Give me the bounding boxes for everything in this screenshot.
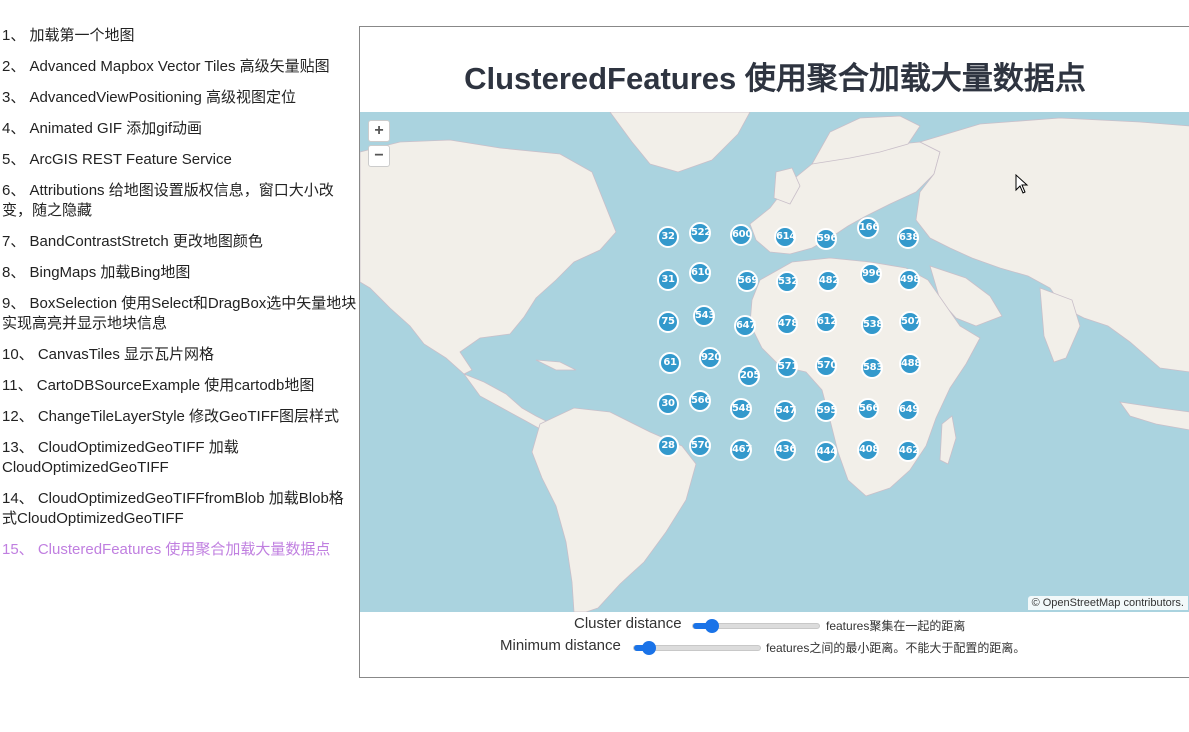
cluster-marker[interactable]: 570 <box>689 435 711 457</box>
map-viewport[interactable]: + − 32 522 600 614 596 166 638 31 610 569 532 482 99… <box>360 112 1189 612</box>
cluster-marker[interactable]: 571 <box>776 356 798 378</box>
example-link-8[interactable]: 8、 BingMaps 加载Bing地图 <box>2 263 358 283</box>
cluster-marker[interactable]: 32 <box>657 226 679 248</box>
example-link-12[interactable]: 12、 ChangeTileLayerStyle 修改GeoTIFF图层样式 <box>2 407 358 427</box>
map-attribution[interactable]: © OpenStreetMap contributors. <box>1027 596 1188 610</box>
minimum-distance-thumb[interactable] <box>642 641 656 655</box>
cluster-marker[interactable]: 595 <box>815 400 837 422</box>
cluster-marker[interactable]: 566 <box>857 398 879 420</box>
minimum-distance-desc: features之间的最小距离。不能大于配置的距离。 <box>766 641 1026 655</box>
example-link-4[interactable]: 4、 Animated GIF 添加gif动画 <box>2 119 358 139</box>
example-link-7[interactable]: 7、 BandContrastStretch 更改地图颜色 <box>2 232 358 252</box>
cluster-marker[interactable]: 522 <box>689 222 711 244</box>
cluster-marker[interactable]: 408 <box>857 439 879 461</box>
example-panel: ClusteredFeatures 使用聚合加载大量数据点 + − 32 522… <box>359 26 1189 678</box>
cluster-marker[interactable]: 566 <box>689 390 711 412</box>
cluster-distance-control: Cluster distance features聚集在一起的距离 <box>360 614 1189 634</box>
cluster-marker[interactable]: 462 <box>897 440 919 462</box>
cluster-marker[interactable]: 532 <box>776 271 798 293</box>
cluster-marker[interactable]: 612 <box>815 311 837 333</box>
zoom-out-button[interactable]: − <box>368 145 390 167</box>
cluster-marker[interactable]: 547 <box>774 400 796 422</box>
example-link-13[interactable]: 13、 CloudOptimizedGeoTIFF 加载CloudOptimiz… <box>2 438 358 478</box>
cluster-marker[interactable]: 30 <box>657 393 679 415</box>
cluster-marker[interactable]: 614 <box>774 226 796 248</box>
cluster-marker[interactable]: 166 <box>857 217 879 239</box>
cluster-marker[interactable]: 583 <box>861 357 883 379</box>
zoom-in-button[interactable]: + <box>368 120 390 142</box>
cluster-marker[interactable]: 638 <box>897 227 919 249</box>
cluster-marker[interactable]: 543 <box>693 305 715 327</box>
example-link-2[interactable]: 2、 Advanced Mapbox Vector Tiles 高级矢量贴图 <box>2 57 358 77</box>
page-title: ClusteredFeatures 使用聚合加载大量数据点 <box>464 61 1086 96</box>
cluster-marker[interactable]: 205 <box>738 365 760 387</box>
cluster-marker[interactable]: 498 <box>898 269 920 291</box>
cluster-marker[interactable]: 538 <box>861 314 883 336</box>
example-link-11[interactable]: 11、 CartoDBSourceExample 使用cartodb地图 <box>2 376 358 396</box>
cluster-distance-desc: features聚集在一起的距离 <box>826 619 966 633</box>
cluster-marker[interactable]: 600 <box>730 224 752 246</box>
example-link-15[interactable]: 15、 ClusteredFeatures 使用聚合加载大量数据点 <box>2 540 358 560</box>
cluster-marker[interactable]: 920 <box>699 347 721 369</box>
cluster-marker[interactable]: 610 <box>689 262 711 284</box>
cluster-marker[interactable]: 507 <box>899 311 921 333</box>
cluster-marker[interactable]: 996 <box>860 263 882 285</box>
cluster-marker[interactable]: 31 <box>657 269 679 291</box>
example-link-10[interactable]: 10、 CanvasTiles 显示瓦片网格 <box>2 345 358 365</box>
cluster-marker[interactable]: 482 <box>817 270 839 292</box>
cluster-marker[interactable]: 649 <box>897 399 919 421</box>
cluster-distance-slider[interactable] <box>692 619 820 633</box>
mouse-cursor-icon <box>1015 174 1029 194</box>
cluster-marker[interactable]: 75 <box>657 311 679 333</box>
example-link-5[interactable]: 5、 ArcGIS REST Feature Service <box>2 150 358 170</box>
minimum-distance-control: Minimum distance features之间的最小距离。不能大于配置的… <box>360 636 1189 656</box>
cluster-marker[interactable]: 488 <box>899 353 921 375</box>
cluster-marker[interactable]: 28 <box>657 435 679 457</box>
cluster-distance-label: Cluster distance <box>574 615 682 632</box>
cluster-marker[interactable]: 596 <box>815 228 837 250</box>
cluster-marker[interactable]: 436 <box>774 439 796 461</box>
minimum-distance-slider[interactable] <box>633 641 761 655</box>
cluster-marker[interactable]: 570 <box>815 355 837 377</box>
minimum-distance-label: Minimum distance <box>500 637 621 654</box>
cluster-marker[interactable]: 548 <box>730 398 752 420</box>
cluster-marker[interactable]: 444 <box>815 441 837 463</box>
example-list: 1、 加载第一个地图 2、 Advanced Mapbox Vector Tile… <box>2 26 358 571</box>
example-link-3[interactable]: 3、 AdvancedViewPositioning 高级视图定位 <box>2 88 358 108</box>
example-link-1[interactable]: 1、 加载第一个地图 <box>2 26 358 46</box>
cluster-marker[interactable]: 61 <box>659 352 681 374</box>
example-link-14[interactable]: 14、 CloudOptimizedGeoTIFFfromBlob 加载Blob… <box>2 489 358 529</box>
cluster-marker[interactable]: 478 <box>776 313 798 335</box>
cluster-marker[interactable]: 467 <box>730 439 752 461</box>
world-basemap <box>360 112 1189 612</box>
cluster-marker[interactable]: 647 <box>734 315 756 337</box>
example-link-9[interactable]: 9、 BoxSelection 使用Select和DragBox选中矢量地块实现… <box>2 294 358 334</box>
cluster-marker[interactable]: 569 <box>736 270 758 292</box>
example-link-6[interactable]: 6、 Attributions 给地图设置版权信息，窗口大小改变，随之隐藏 <box>2 181 358 221</box>
cluster-distance-thumb[interactable] <box>705 619 719 633</box>
